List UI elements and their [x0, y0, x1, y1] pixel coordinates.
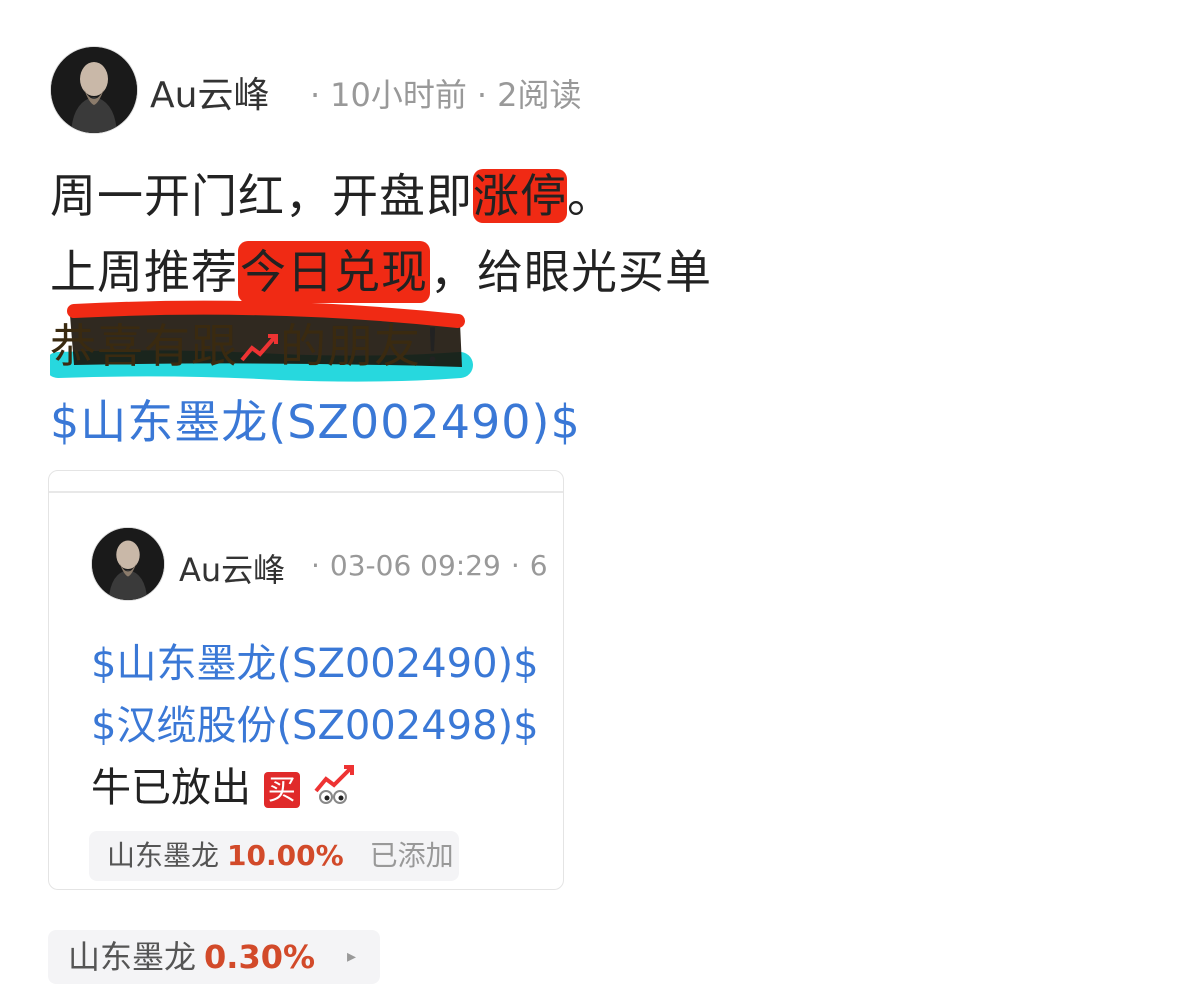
- divider: [49, 491, 563, 493]
- post-text: ！: [421, 319, 468, 373]
- post-text: ，给眼光买单: [430, 245, 712, 299]
- quoted-post-meta: · 03-06 09:29 · 6: [311, 549, 548, 582]
- quoted-text-line: 牛已放出 买: [91, 755, 358, 815]
- quoted-text: 牛已放出: [91, 765, 251, 811]
- post-text: 上周推荐: [50, 245, 238, 299]
- post-text: 。: [567, 169, 614, 223]
- quoted-stock-chip[interactable]: 山东墨龙 10.00% 已添加: [89, 831, 459, 881]
- author-name[interactable]: Au云峰: [150, 66, 269, 118]
- quoted-post-card[interactable]: Au云峰 · 03-06 09:29 · 6 $山东墨龙(SZ002490)$ $汉缆…: [48, 470, 564, 890]
- post-text: 周一开门红，开盘即: [50, 169, 473, 223]
- post-text: 恭喜有跟: [50, 319, 238, 373]
- chart-increasing-icon: [312, 765, 358, 815]
- stock-tag-link[interactable]: $山东墨龙(SZ002490)$: [50, 386, 581, 452]
- author-avatar[interactable]: [50, 46, 138, 134]
- chart-increasing-icon: [238, 323, 280, 377]
- chip-added-status: 已添加: [369, 839, 454, 872]
- stock-chip-name: 山东墨龙: [68, 938, 197, 976]
- quoted-stock-tag-1[interactable]: $山东墨龙(SZ002490)$: [91, 631, 539, 689]
- post-line-2: 上周推荐今日兑现，给眼光买单: [50, 236, 712, 303]
- post-reads: 2阅读: [497, 76, 582, 114]
- chevron-right-icon: ▸: [346, 946, 356, 967]
- stock-chip[interactable]: 山东墨龙 0.30% ▸: [48, 930, 380, 984]
- chip-stock-change: 10.00%: [227, 839, 344, 872]
- buy-icon: 买: [263, 772, 300, 808]
- chip-stock-name: 山东墨龙: [107, 839, 220, 872]
- quoted-post-more: 6: [529, 549, 548, 582]
- post-line-1: 周一开门红，开盘即涨停。: [50, 160, 614, 226]
- highlight-red: 今日兑现: [238, 241, 430, 303]
- post-line-3: 恭喜有跟 的朋友！: [50, 310, 468, 377]
- quoted-stock-tag-2[interactable]: $汉缆股份(SZ002498)$: [91, 693, 539, 751]
- highlight-red: 涨停: [473, 169, 567, 223]
- post-time: 10小时前: [330, 76, 467, 114]
- quoted-post-time: 03-06 09:29: [329, 549, 501, 582]
- post-meta: · 10小时前 · 2阅读: [310, 76, 582, 114]
- quoted-author-avatar[interactable]: [91, 527, 165, 601]
- post-text: 的朋友: [280, 319, 421, 373]
- quoted-author-name[interactable]: Au云峰: [179, 545, 285, 591]
- stock-chip-change: 0.30%: [204, 938, 316, 976]
